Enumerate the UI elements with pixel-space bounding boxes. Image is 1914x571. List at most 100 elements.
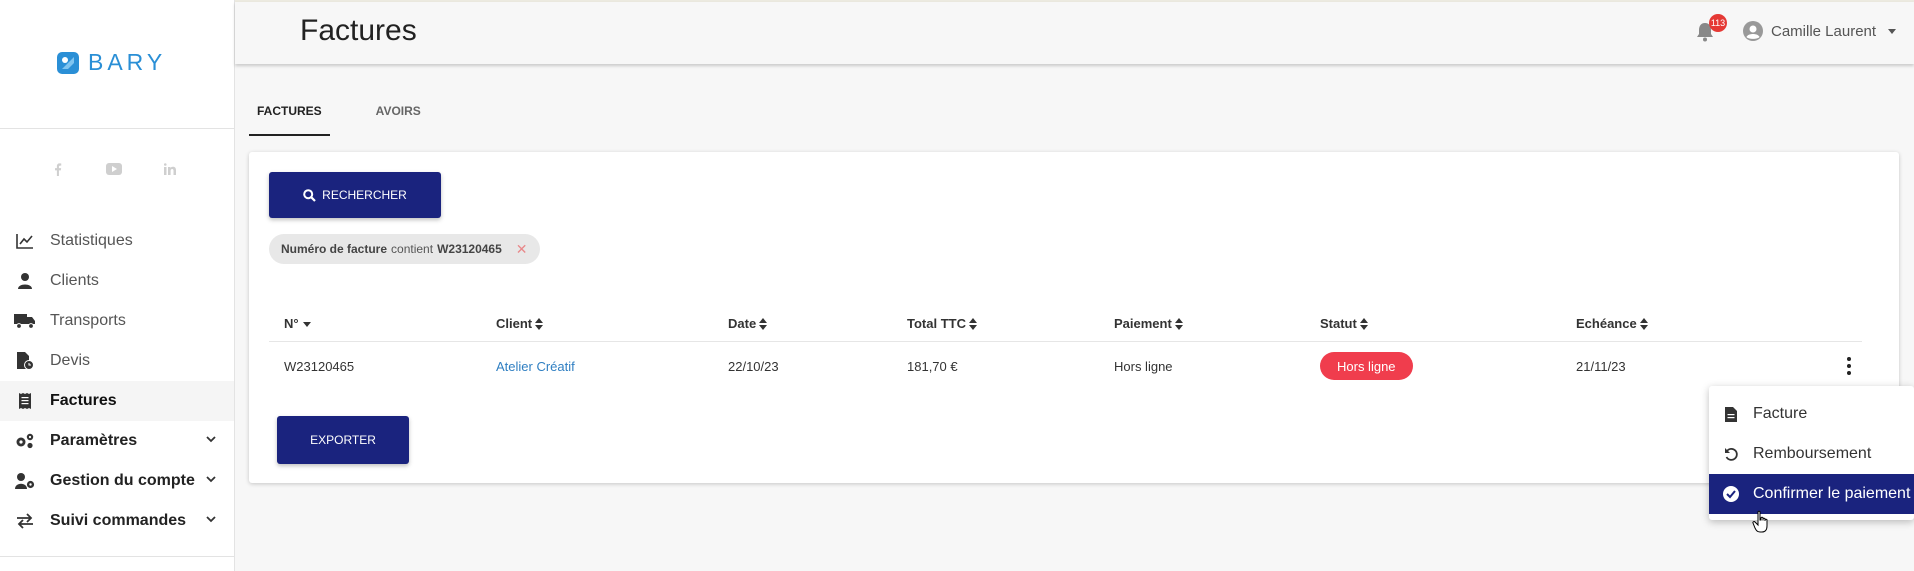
brand-logo[interactable]: BARY [56,49,166,76]
sort-icon [1359,317,1368,330]
truck-icon [14,311,36,331]
column-header-echeance[interactable]: Echéance [1576,316,1648,331]
filter-operator: contient [391,242,434,256]
column-label: Echéance [1576,316,1637,331]
file-icon [1723,406,1739,422]
menu-item-confirmer-paiement[interactable]: Confirmer le paiement [1709,474,1914,514]
notification-badge: 113 [1709,14,1727,32]
export-button[interactable]: EXPORTER [277,416,409,464]
undo-icon [1723,446,1739,462]
sidebar-item-label: Suivi commandes [50,512,187,529]
check-circle-icon [1723,486,1739,502]
column-label: Client [496,316,533,331]
search-button[interactable]: RECHERCHER [269,172,441,218]
column-label: N° [284,316,299,331]
sidebar-item-label: Paramètres [50,432,138,449]
column-label: Paiement [1114,316,1172,331]
row-actions-icon[interactable] [1843,356,1855,376]
sidebar-item-clients[interactable]: Clients [0,261,234,301]
sidebar-item-transports[interactable]: Transports [0,301,234,341]
linkedin-icon[interactable] [161,160,179,178]
cell-total: 181,70 € [907,359,958,374]
sidebar-item-statistiques[interactable]: Statistiques [0,221,234,261]
sidebar-item-suivi-commandes[interactable]: Suivi commandes [0,501,234,541]
divider [0,128,234,129]
user-menu[interactable]: Camille Laurent [1743,21,1897,41]
exchange-icon [14,511,36,531]
column-header-client[interactable]: Client [496,316,544,331]
cell-echeance: 21/11/23 [1576,359,1626,374]
sidebar-item-label: Clients [50,272,99,289]
column-label: Total TTC [907,316,966,331]
sidebar-item-label: Devis [50,352,91,369]
column-header-date[interactable]: Date [728,316,768,331]
sidebar-item-label: Gestion du compte [50,472,195,489]
sort-icon [1639,317,1648,330]
social-links [49,160,179,178]
sort-icon [535,317,544,330]
user-cog-icon [14,471,36,491]
cell-client-link[interactable]: Atelier Créatif [496,359,575,374]
hand-pointer-icon [1752,510,1768,533]
user-name: Camille Laurent [1771,22,1877,40]
divider [0,556,234,557]
menu-item-label: Facture [1753,405,1808,422]
column-header-statut[interactable]: Statut [1320,316,1368,331]
tab-factures[interactable]: FACTURES [249,99,330,136]
top-header: Factures 113 Camille Laurent [235,2,1914,64]
youtube-icon[interactable] [105,160,123,178]
column-header-paiement[interactable]: Paiement [1114,316,1183,331]
bary-logo-icon [57,51,79,74]
page-title: Factures [300,14,417,47]
cell-date: 22/10/23 [728,359,779,374]
table-header: N° Client Date Total TTC Paiement Statut [269,302,1862,342]
row-actions-menu: Facture Remboursement Confirmer le paiem… [1709,386,1914,520]
sidebar-item-devis[interactable]: Devis [0,341,234,381]
menu-item-remboursement[interactable]: Remboursement [1709,434,1914,474]
facebook-icon[interactable] [49,160,67,178]
sidebar-item-label: Statistiques [50,232,133,249]
sort-desc-icon [302,321,311,327]
chart-line-icon [14,231,36,251]
menu-item-facture[interactable]: Facture [1709,394,1914,434]
sidebar-item-parametres[interactable]: Paramètres [0,421,234,461]
file-invoice-icon [14,351,36,371]
receipt-icon [14,391,36,411]
brand-name: BARY [88,49,167,75]
close-icon[interactable]: ✕ [516,241,528,258]
filter-value: W23120465 [437,242,502,256]
sort-icon [759,317,768,330]
filter-field: Numéro de facture [281,242,388,256]
cell-numero: W23120465 [284,359,355,374]
search-button-label: RECHERCHER [322,188,407,202]
filter-chip[interactable]: Numéro de facture contient W23120465 ✕ [269,234,540,264]
sidebar: BARY Statistiques Clients Transports Dev… [0,0,235,571]
chevron-down-icon [206,516,216,523]
table-row: W23120465 Atelier Créatif 22/10/23 181,7… [269,342,1862,390]
menu-item-label: Remboursement [1753,445,1872,462]
invoices-table: N° Client Date Total TTC Paiement Statut [269,302,1862,390]
column-label: Statut [1320,316,1357,331]
user-icon [14,271,36,291]
sidebar-item-label: Transports [50,312,126,329]
column-label: Date [728,316,757,331]
sidebar-item-label: Factures [50,392,117,409]
tabs: FACTURES AVOIRS [249,99,429,136]
column-header-total-ttc[interactable]: Total TTC [907,316,977,331]
sort-icon [1174,317,1183,330]
cogs-icon [14,431,36,451]
chevron-down-icon [206,476,216,483]
tab-avoirs[interactable]: AVOIRS [368,99,429,136]
user-circle-icon [1743,21,1763,41]
invoices-card: RECHERCHER Numéro de facture contient W2… [249,152,1899,483]
caret-down-icon [1888,28,1897,34]
sidebar-item-gestion-du-compte[interactable]: Gestion du compte [0,461,234,501]
sidebar-nav: Statistiques Clients Transports Devis Fa… [0,221,234,541]
chevron-down-icon [206,436,216,443]
column-header-numero[interactable]: N° [284,316,312,331]
sidebar-item-factures[interactable]: Factures [0,381,234,421]
menu-item-label: Confirmer le paiement [1753,485,1911,502]
cell-paiement: Hors ligne [1114,359,1173,374]
sort-icon [968,317,977,330]
search-icon [303,188,316,202]
